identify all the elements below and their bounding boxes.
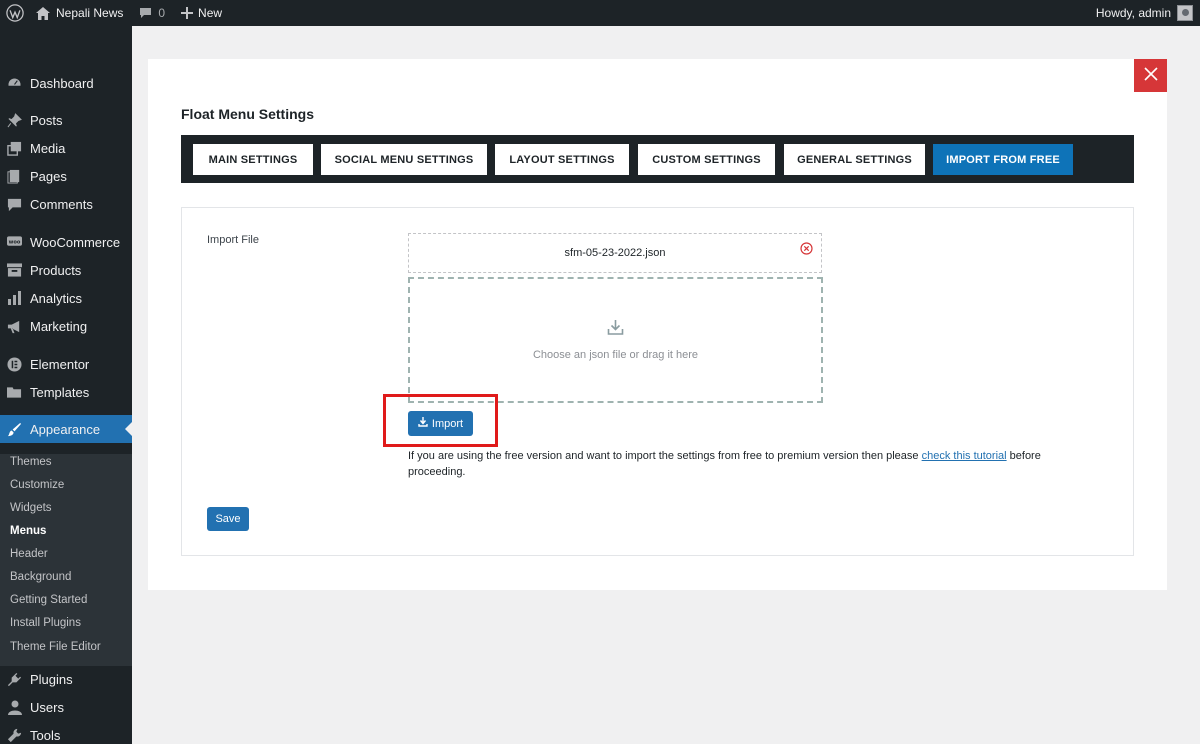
wordpress-logo-icon[interactable] xyxy=(0,0,28,26)
new-content-link[interactable]: New xyxy=(173,0,230,26)
submenu-item-theme-file-editor[interactable]: Theme File Editor xyxy=(10,639,101,655)
sidebar-item-label: Products xyxy=(30,262,82,278)
avatar xyxy=(1177,5,1193,21)
home-icon xyxy=(36,6,50,20)
pin-icon xyxy=(7,112,22,128)
archive-icon xyxy=(7,263,22,278)
sidebar-item-label: Plugins xyxy=(30,671,73,687)
submenu-item-getting-started[interactable]: Getting Started xyxy=(10,592,87,608)
comments-link[interactable]: 0 xyxy=(131,0,173,26)
drop-zone-text: Choose an json file or drag it here xyxy=(532,349,699,361)
tab-general-settings[interactable]: GENERAL SETTINGS xyxy=(784,144,925,175)
pages-icon xyxy=(7,169,22,184)
submenu-item-menus[interactable]: Menus xyxy=(10,523,46,539)
tab-custom-settings[interactable]: CUSTOM SETTINGS xyxy=(638,144,775,175)
woo-icon: woo xyxy=(7,235,22,250)
sidebar-item-label: Dashboard xyxy=(30,75,94,91)
sidebar-item-label: Posts xyxy=(30,112,63,128)
import-file-label: Import File xyxy=(207,234,259,246)
save-button[interactable]: Save xyxy=(207,507,249,531)
selected-file: sfm-05-23-2022.json xyxy=(408,233,822,273)
sidebar-item-woocommerce[interactable]: woo WooCommerce xyxy=(0,228,132,256)
download-icon xyxy=(607,319,624,339)
brush-icon xyxy=(7,422,22,437)
submenu-item-header[interactable]: Header xyxy=(10,546,48,562)
dashboard-icon xyxy=(7,76,22,91)
import-button-label: Import xyxy=(431,417,464,430)
page-title: Float Menu Settings xyxy=(181,106,314,122)
sidebar-item-products[interactable]: Products xyxy=(0,256,132,284)
sidebar-item-label: Users xyxy=(30,699,64,715)
sidebar-item-label: Analytics xyxy=(30,290,83,306)
sidebar-item-label: Marketing xyxy=(30,318,88,334)
plug-icon xyxy=(7,672,22,687)
tab-social-menu-settings[interactable]: SOCIAL MENU SETTINGS xyxy=(321,144,487,175)
sidebar-item-label: Comments xyxy=(30,196,93,212)
sidebar-item-templates[interactable]: Templates xyxy=(0,378,132,406)
submenu-item-themes[interactable]: Themes xyxy=(10,454,52,470)
import-button[interactable]: Import xyxy=(408,411,473,436)
svg-text:woo: woo xyxy=(9,239,21,245)
tutorial-link[interactable]: check this tutorial xyxy=(922,450,1007,462)
sidebar-item-label: Tools xyxy=(30,727,61,743)
greeting: Howdy, admin xyxy=(1095,6,1171,20)
sidebar-item-users[interactable]: Users xyxy=(0,693,132,721)
sidebar-item-posts[interactable]: Posts xyxy=(0,106,132,134)
tab-layout-settings[interactable]: LAYOUT SETTINGS xyxy=(495,144,629,175)
remove-file-icon[interactable] xyxy=(800,242,813,255)
chart-icon xyxy=(7,291,22,306)
sidebar-item-label: Templates xyxy=(30,384,90,400)
sidebar-item-label: WooCommerce xyxy=(30,234,121,250)
plus-icon xyxy=(181,7,194,19)
comment-icon xyxy=(139,7,152,19)
comment-icon xyxy=(7,197,22,212)
sidebar-item-label: Pages xyxy=(30,168,67,184)
folder-icon xyxy=(7,385,22,400)
elementor-icon xyxy=(7,356,22,372)
site-name-link[interactable]: Nepali News xyxy=(28,0,131,26)
submenu-item-install-plugins[interactable]: Install Plugins xyxy=(10,615,81,631)
megaphone-icon xyxy=(7,319,22,334)
close-icon xyxy=(1143,67,1158,84)
file-name: sfm-05-23-2022.json xyxy=(564,247,666,259)
submenu-item-widgets[interactable]: Widgets xyxy=(10,500,52,516)
my-account-link[interactable]: Howdy, admin xyxy=(1088,0,1200,26)
sidebar-item-analytics[interactable]: Analytics xyxy=(0,284,132,312)
sidebar-item-marketing[interactable]: Marketing xyxy=(0,312,132,340)
sidebar-item-comments[interactable]: Comments xyxy=(0,190,132,218)
download-icon xyxy=(418,417,428,430)
admin-sidebar: Dashboard Posts Media Pages Comments woo… xyxy=(0,26,132,744)
sidebar-item-label: Elementor xyxy=(30,356,90,372)
new-label: New xyxy=(198,6,223,20)
wrench-icon xyxy=(7,728,22,743)
sidebar-item-pages[interactable]: Pages xyxy=(0,162,132,190)
submenu-item-background[interactable]: Background xyxy=(10,569,71,585)
sidebar-item-dashboard[interactable]: Dashboard xyxy=(0,69,132,97)
sidebar-item-plugins[interactable]: Plugins xyxy=(0,665,132,693)
sidebar-item-elementor[interactable]: Elementor xyxy=(0,350,132,378)
submenu-item-customize[interactable]: Customize xyxy=(10,477,64,493)
comments-count: 0 xyxy=(158,6,166,20)
sidebar-item-label: Media xyxy=(30,140,66,156)
sidebar-item-label: Appearance xyxy=(30,421,101,437)
close-button[interactable] xyxy=(1134,59,1167,92)
user-icon xyxy=(7,700,22,715)
sidebar-item-appearance[interactable]: Appearance xyxy=(0,415,132,443)
sidebar-item-tools[interactable]: Tools xyxy=(0,721,132,744)
admin-bar: Nepali News 0 New Howdy, admin xyxy=(0,0,1200,26)
tab-import-from-free[interactable]: IMPORT FROM FREE xyxy=(933,144,1073,175)
tab-main-settings[interactable]: MAIN SETTINGS xyxy=(193,144,313,175)
appearance-submenu: Themes Customize Widgets Menus Header Ba… xyxy=(0,454,132,666)
sidebar-item-media[interactable]: Media xyxy=(0,134,132,162)
import-notice: If you are using the free version and wa… xyxy=(408,448,1098,480)
file-drop-zone[interactable]: Choose an json file or drag it here xyxy=(408,277,823,403)
site-name: Nepali News xyxy=(56,6,124,20)
media-icon xyxy=(7,141,22,156)
notice-text: If you are using the free version and wa… xyxy=(408,450,922,462)
